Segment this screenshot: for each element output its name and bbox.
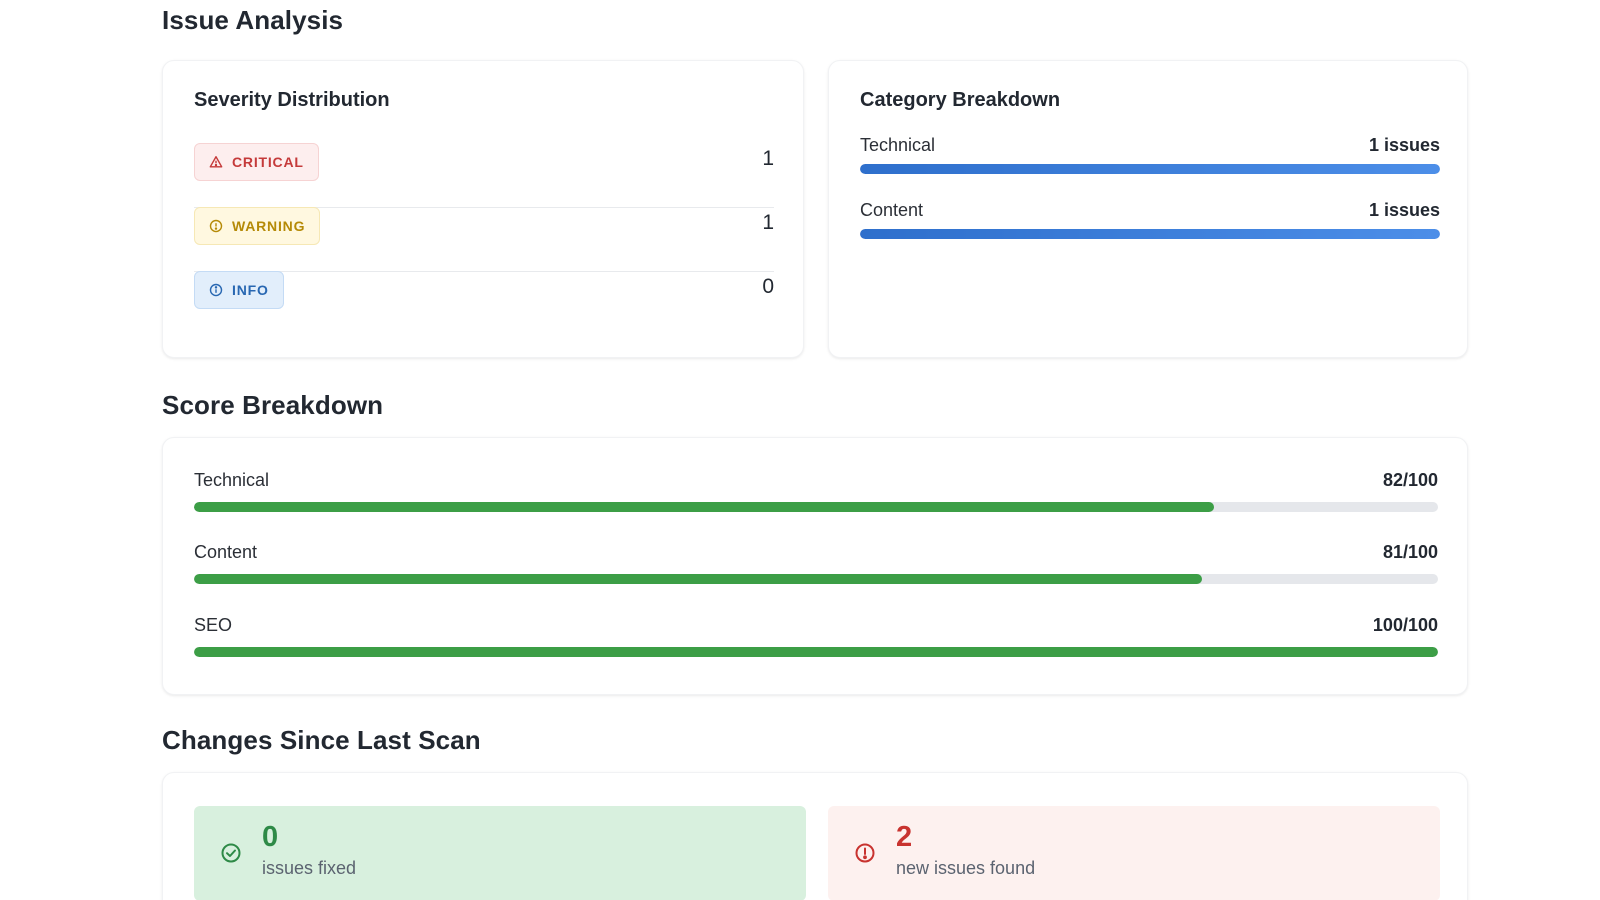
category-progress-fill (860, 164, 1440, 174)
severity-row-warning: WARNING 1 (194, 207, 774, 272)
score-value: 82/100 (1382, 470, 1438, 490)
score-row-content: Content 81/100 (194, 542, 1438, 584)
issues-fixed-tile: 0 issues fixed (194, 806, 806, 900)
score-value: 100/100 (1372, 615, 1438, 635)
category-progress-bar (860, 229, 1440, 239)
category-breakdown-card: Category Breakdown Technical 1 issues Co… (828, 60, 1468, 358)
category-value: 1 issues (1368, 135, 1440, 155)
category-row-technical: Technical 1 issues (860, 135, 1440, 174)
issue-analysis-title: Issue Analysis (162, 5, 344, 35)
category-progress-fill (860, 229, 1440, 239)
score-breakdown-title: Score Breakdown (162, 390, 384, 420)
warning-count: 1 (762, 211, 774, 234)
score-label: Content (194, 542, 258, 562)
score-label: Technical (194, 470, 270, 490)
warning-badge-label: WARNING (232, 218, 306, 234)
changes-card: 0 issues fixed 2 new issues found (162, 772, 1468, 900)
score-progress-bar (194, 574, 1438, 584)
severity-row-info: INFO 0 (194, 271, 774, 336)
category-progress-bar (860, 164, 1440, 174)
severity-row-critical: CRITICAL 1 (194, 143, 774, 208)
score-progress-fill (194, 647, 1438, 657)
category-breakdown-title: Category Breakdown (860, 89, 1061, 111)
alert-circle-icon (855, 843, 875, 863)
score-row-technical: Technical 82/100 (194, 470, 1438, 512)
category-label: Content (860, 200, 924, 220)
alert-circle-icon (209, 219, 223, 233)
score-progress-bar (194, 502, 1438, 512)
info-count: 0 (762, 275, 774, 298)
info-badge-label: INFO (232, 282, 269, 298)
category-label: Technical (860, 135, 936, 155)
critical-badge[interactable]: CRITICAL (194, 143, 319, 181)
warning-badge[interactable]: WARNING (194, 207, 321, 245)
issues-fixed-label: issues fixed (262, 858, 357, 878)
score-progress-bar (194, 647, 1438, 657)
new-issues-label: new issues found (896, 858, 1036, 878)
score-value: 81/100 (1382, 542, 1438, 562)
page: Issue Analysis Severity Distribution CRI… (0, 0, 1600, 900)
score-progress-fill (194, 502, 1215, 512)
category-value: 1 issues (1368, 200, 1440, 220)
check-circle-icon (221, 843, 241, 863)
severity-distribution-card: Severity Distribution CRITICAL 1 WARNING… (162, 60, 804, 358)
info-circle-icon (209, 283, 223, 297)
new-issues-tile: 2 new issues found (828, 806, 1440, 900)
issues-fixed-count: 0 (262, 821, 279, 853)
info-badge[interactable]: INFO (194, 271, 284, 309)
score-row-seo: SEO 100/100 (194, 615, 1438, 657)
category-row-content: Content 1 issues (860, 200, 1440, 239)
score-breakdown-card: Technical 82/100 Content 81/100 SEO 100/… (162, 437, 1468, 695)
warning-triangle-icon (209, 156, 223, 168)
score-progress-fill (194, 574, 1202, 584)
severity-distribution-title: Severity Distribution (194, 89, 390, 111)
critical-badge-label: CRITICAL (232, 154, 304, 170)
changes-since-last-scan-title: Changes Since Last Scan (162, 725, 481, 755)
score-label: SEO (194, 615, 233, 635)
critical-count: 1 (762, 147, 774, 170)
new-issues-count: 2 (896, 821, 913, 853)
